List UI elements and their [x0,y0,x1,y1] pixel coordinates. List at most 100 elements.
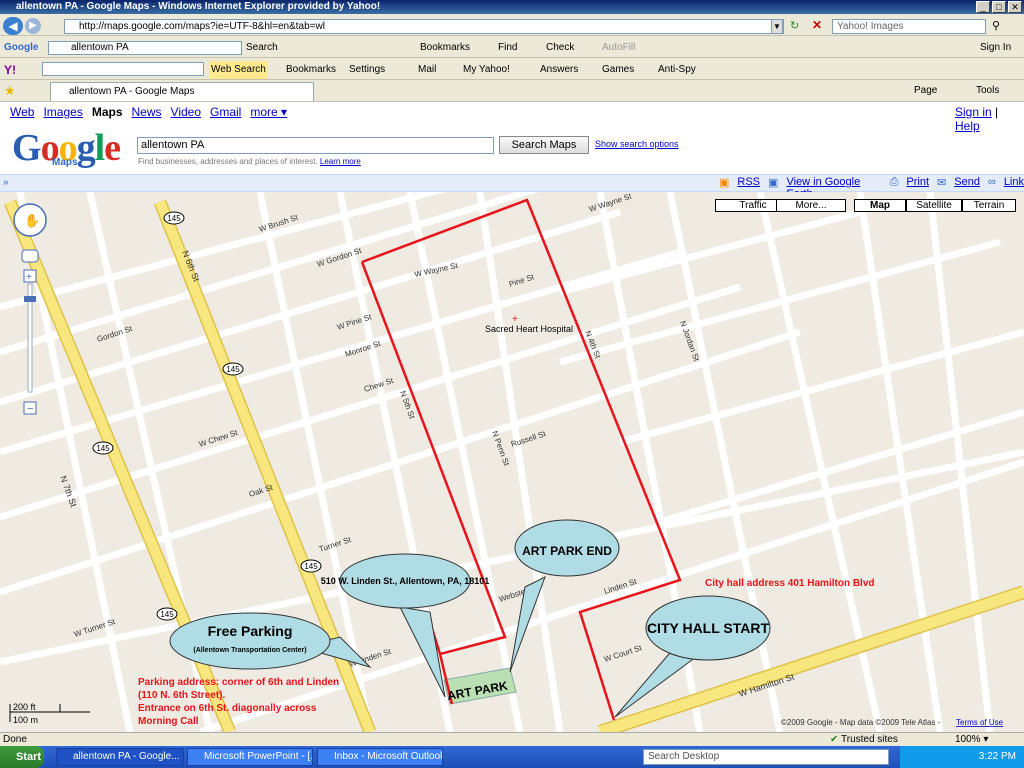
favorites-star-icon[interactable]: ★ [4,83,16,99]
back-arrow-icon[interactable]: ◀ [3,17,23,35]
route-shield-1: 145 [163,211,185,225]
toolbar-find-button[interactable]: Find [498,39,517,57]
nav-video[interactable]: Video [171,105,201,119]
search-icon[interactable]: ⚲ [992,19,1000,32]
toolbar-autofill-button[interactable]: AutoFill [602,39,635,57]
google-toolbar-search-input[interactable]: allentown PA [48,41,242,55]
sign-in-link[interactable]: Sign in [955,105,992,119]
map-canvas[interactable]: + Sacred Heart Hospital N 7th St N 6th S… [0,192,1024,732]
show-search-options-link[interactable]: Show search options [595,139,679,149]
svg-text:145: 145 [160,610,174,619]
street-gordon: Gordon St [96,324,134,344]
google-toolbar-query: allentown PA [71,42,129,53]
yahoo-web-search-button[interactable]: Web Search [209,61,268,79]
desktop-search-input[interactable]: Search Desktop [643,749,889,765]
task-outlook[interactable]: Inbox - Microsoft Outlook [317,748,443,766]
maps-query-text: allentown PA [141,139,205,151]
callout-city-hall-text: CITY HALL START [647,620,770,636]
svg-text:145: 145 [304,562,318,571]
route-shield-5: 145 [156,607,178,621]
toolbar-bookmarks-button[interactable]: Bookmarks [420,39,470,57]
address-dropdown-icon[interactable]: ▼ [771,19,783,34]
nav-more[interactable]: more ▾ [250,105,287,119]
hand-icon[interactable]: ✋ [24,213,40,228]
start-label: Start [16,751,42,763]
map-type-terrain-button[interactable]: Terrain [962,199,1016,212]
page-menu-button[interactable]: Page [914,82,937,100]
yahoo-mail-button[interactable]: Mail [418,61,436,79]
map-type-satellite-button[interactable]: Satellite [906,199,962,212]
svg-text:145: 145 [226,365,240,374]
scale-meters: 100 m [13,715,38,725]
parking-note-line-2: (110 N. 6th Street). [138,690,225,701]
maps-search-input[interactable]: allentown PA [137,137,494,154]
task-powerpoint[interactable]: Microsoft PowerPoint - [... [187,748,313,766]
help-link[interactable]: Help [955,119,980,133]
terms-of-use-link[interactable]: Terms of Use [956,718,1004,727]
maximize-button[interactable]: □ [992,1,1006,13]
learn-more-link[interactable]: Learn more [320,157,361,166]
window-title: allentown PA - Google Maps - Windows Int… [16,1,381,12]
refresh-icon[interactable]: ↻ [790,19,799,32]
zoom-out-icon: − [27,403,33,415]
address-text: http://maps.google.com/maps?ie=UTF-8&hl=… [79,21,325,32]
nav-maps: Maps [91,105,123,119]
stop-icon[interactable]: ✕ [812,18,822,32]
street-n5th: N 5th St [398,390,417,421]
close-button[interactable]: ✕ [1008,1,1022,13]
parking-note-line-3: Entrance on 6th St. diagonally across [138,703,317,714]
toolbar-sign-in-button[interactable]: Sign In [980,39,1011,57]
security-zone: ✔ Trusted sites [830,734,898,745]
toolbar-check-button[interactable]: Check [546,39,574,57]
toolbar-search-button[interactable]: Search [246,39,278,57]
search-maps-button[interactable]: Search Maps [499,136,589,154]
route-shield-3: 145 [92,441,114,455]
yahoo-search-input[interactable] [42,62,204,76]
street-view-pegman-icon[interactable] [21,249,39,263]
route-shield-4: 145 [300,559,322,573]
map-type-map-button[interactable]: Map [854,199,906,212]
task-ie[interactable]: allentown PA - Google... [56,748,184,766]
yahoo-toolbar-brand[interactable]: Y! [4,61,16,79]
map-copyright: ©2009 Google - Map data ©2009 Tele Atlas… [781,718,941,727]
yahoo-answers-button[interactable]: Answers [540,61,578,79]
map-svg[interactable]: + Sacred Heart Hospital N 7th St N 6th S… [0,192,1024,732]
parking-note-line-4: Morning Call [138,716,199,727]
ie-search-placeholder: Yahoo! Images [837,21,904,32]
more-button[interactable]: More... [776,199,846,212]
tab-label: allentown PA - Google Maps [69,86,195,97]
tools-menu-button[interactable]: Tools [976,82,999,100]
clock: 3:22 PM [978,751,1016,762]
my-yahoo-button[interactable]: My Yahoo! [463,61,510,79]
yahoo-bookmarks-button[interactable]: Bookmarks [286,61,336,79]
map-scale: 200 ft 100 m [9,702,90,725]
street-pine: Pine St [508,272,536,289]
street-wcourt: W Court St [603,643,644,664]
start-button[interactable]: Start [0,746,44,768]
yahoo-settings-button[interactable]: Settings [349,61,385,79]
zoom-level-text: 100% [955,734,981,745]
address-input[interactable]: http://maps.google.com/maps?ie=UTF-8&hl=… [64,19,784,34]
forward-arrow-icon[interactable]: ▶ [25,18,41,34]
yahoo-games-button[interactable]: Games [602,61,634,79]
nav-web[interactable]: Web [10,105,34,119]
google-toolbar-brand[interactable]: Google [4,39,38,57]
window-title-bar: allentown PA - Google Maps - Windows Int… [0,0,1024,14]
nav-images[interactable]: Images [43,105,82,119]
zoom-slider-handle[interactable] [24,296,36,302]
tab-active[interactable]: allentown PA - Google Maps [50,82,314,101]
collapse-panel-icon[interactable]: » [3,177,9,188]
nav-gmail[interactable]: Gmail [210,105,241,119]
yahoo-anti-spy-button[interactable]: Anti-Spy [658,61,696,79]
callout-free-parking-title: Free Parking [208,623,293,639]
ie-search-input[interactable]: Yahoo! Images [832,19,986,34]
street-npenn: N Penn St [490,430,511,468]
maps-sublabel: Maps [52,157,78,168]
security-zone-text: Trusted sites [841,734,898,745]
nav-news[interactable]: News [132,105,162,119]
search-hint: Find businesses, addresses and places of… [138,157,361,166]
poi-label: Sacred Heart Hospital [485,324,573,334]
minor-streets [0,192,1024,732]
minimize-button[interactable]: _ [976,1,990,13]
zoom-level[interactable]: 100% ▾ [955,734,988,745]
